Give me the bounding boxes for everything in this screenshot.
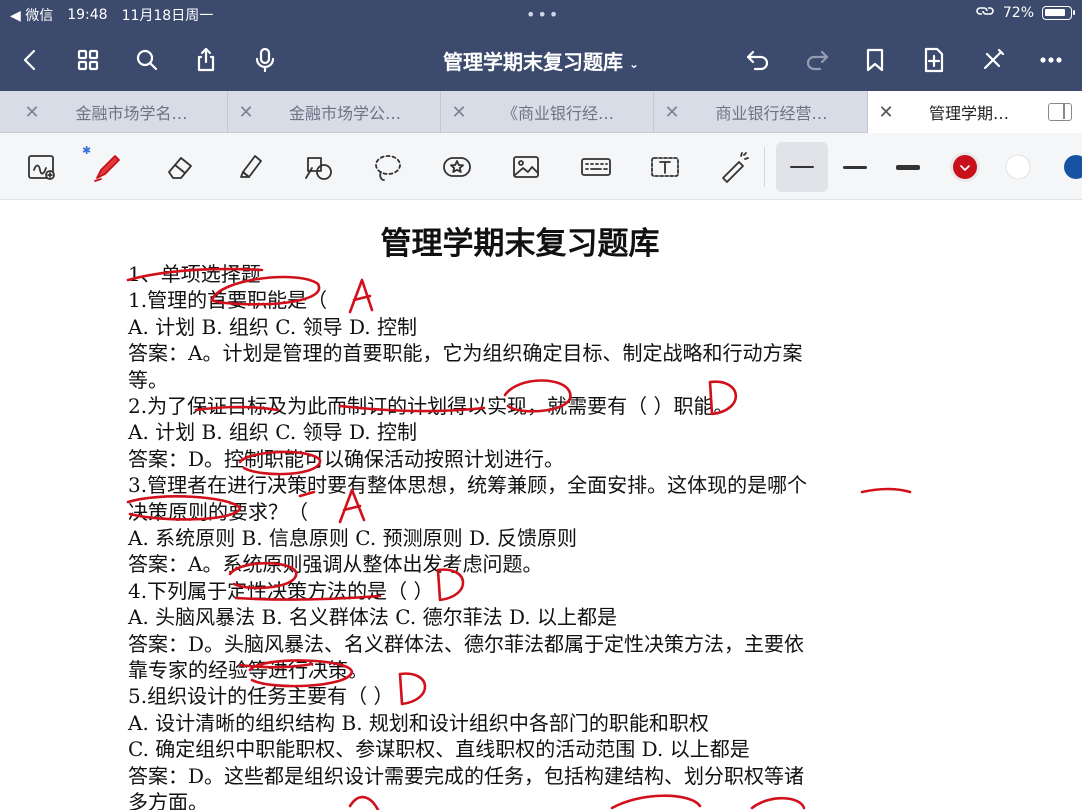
document-page[interactable]: 管理学期末复习题库 1、单项选择题 1.管理的首要职能是（ A. 计划 B. 组… — [0, 200, 1082, 810]
thumbnail-grid-icon[interactable] — [70, 42, 106, 78]
tab-label: 金融市场学名… — [75, 104, 188, 123]
annotation-toolbar: ✱ — [0, 133, 1082, 200]
answer-line: 靠专家的经验等进行决策。 — [128, 658, 368, 682]
ink-underline — [860, 487, 912, 494]
answer-line: 答案：D。这些都是组织设计需要完成的任务，包括构建结构、划分职权等诸 — [128, 764, 805, 788]
tab-label: 金融市场学公… — [288, 104, 401, 123]
answer-line: 答案：D。头脑风暴法、名义群体法、德尔菲法都属于定性决策方法，主要依 — [128, 632, 805, 656]
text-box-tool-icon[interactable] — [643, 145, 687, 189]
tab-document-3[interactable]: ✕ 《商业银行经… — [441, 91, 654, 133]
tab-label: 《商业银行经… — [501, 104, 614, 123]
tab-label: 管理学期… — [928, 104, 1009, 123]
document-tabs: ✕ 金融市场学名… ✕ 金融市场学公… ✕ 《商业银行经… ✕ 商业银行经营… … — [0, 91, 1082, 133]
tab-label: 商业银行经营… — [715, 104, 828, 123]
split-view-icon[interactable] — [1048, 103, 1072, 121]
add-page-icon[interactable] — [916, 42, 952, 78]
section-heading: 1、单项选择题 — [128, 262, 261, 286]
tab-document-4[interactable]: ✕ 商业银行经营… — [654, 91, 868, 133]
more-options-icon[interactable] — [1033, 42, 1069, 78]
chevron-down-icon: ⌄ — [628, 56, 640, 71]
undo-icon[interactable] — [740, 42, 776, 78]
pen-color-blue-button[interactable] — [1049, 145, 1082, 189]
back-to-app-link[interactable]: ◀ 微信 — [10, 5, 53, 25]
image-tool-icon[interactable] — [504, 145, 548, 189]
close-tab-icon[interactable]: ✕ — [228, 102, 264, 123]
back-icon[interactable] — [12, 42, 48, 78]
answer-line: 答案：A。系统原则强调从整体出发考虑问题。 — [128, 552, 543, 576]
eraser-tool-icon[interactable] — [158, 145, 202, 189]
keyboard-tool-icon[interactable] — [574, 145, 618, 189]
question-line: 决策原则的要求？（ — [128, 500, 308, 524]
battery-icon — [1042, 6, 1075, 20]
ink-letter-d — [398, 672, 427, 706]
ink-scribble — [750, 796, 806, 810]
laser-pointer-icon[interactable] — [712, 145, 756, 189]
stroke-thick-button[interactable] — [886, 145, 930, 189]
answer-line: 等。 — [128, 368, 168, 392]
status-bar: ◀ 微信 19:48 11月18日周一 ••• 72% — [0, 0, 1082, 27]
stroke-thin-button[interactable] — [776, 142, 828, 192]
battery-percent: 72% — [1002, 5, 1034, 21]
question-line: 4.下列属于定性决策方法的是（ ） — [128, 579, 434, 603]
ink-letter-a — [348, 278, 374, 314]
lasso-tool-icon[interactable] — [366, 145, 410, 189]
answer-line: 答案：A。计划是管理的首要职能，它为组织确定目标、制定战略和行动方案 — [128, 341, 803, 365]
ink-scribble — [348, 795, 380, 810]
tab-document-5-active[interactable]: ✕ 管理学期… — [868, 91, 1082, 133]
options-line: A. 系统原则 B. 信息原则 C. 预测原则 D. 反馈原则 — [128, 526, 577, 550]
close-tab-icon[interactable]: ✕ — [868, 102, 904, 123]
search-icon[interactable] — [129, 42, 165, 78]
close-tab-icon[interactable]: ✕ — [441, 102, 477, 123]
status-time: 19:48 — [67, 7, 108, 23]
shapes-tool-icon[interactable] — [297, 145, 341, 189]
question-line: 3.管理者在进行决策时要有整体思想，统筹兼顾，全面安排。这体现的是哪个 — [128, 473, 808, 497]
link-icon — [975, 4, 995, 22]
options-line: A. 设计清晰的组织结构 B. 规划和设计组织中各部门的职能和职权 — [128, 711, 709, 735]
close-tab-icon[interactable]: ✕ — [14, 102, 50, 123]
pen-tool-icon[interactable] — [86, 145, 130, 189]
sticker-tool-icon[interactable] — [435, 145, 479, 189]
microphone-icon[interactable] — [247, 42, 283, 78]
options-line: A. 头脑风暴法 B. 名义群体法 C. 德尔菲法 D. 以上都是 — [128, 605, 617, 629]
question-line: 2.为了保证目标及为此而制订的计划得以实现，就需要有（ ）职能。 — [128, 394, 734, 418]
options-line: C. 确定组织中职能职权、参谋职权、直线职权的活动范围 D. 以上都是 — [128, 737, 750, 761]
pen-color-white-button[interactable] — [996, 145, 1040, 189]
redo-icon[interactable] — [799, 42, 835, 78]
share-icon[interactable] — [188, 42, 224, 78]
tab-document-2[interactable]: ✕ 金融市场学公… — [228, 91, 441, 133]
document-title: 管理学期末复习题库 — [442, 50, 623, 74]
status-date: 11月18日周一 — [121, 8, 214, 24]
close-annotate-icon[interactable] — [975, 42, 1011, 78]
options-line: A. 计划 B. 组织 C. 领导 D. 控制 — [128, 420, 417, 444]
ink-scribble — [610, 794, 702, 810]
app-header: ◀ 微信 19:48 11月18日周一 ••• 72% 管理学期末复习题库 ⌄ — [0, 0, 1082, 91]
stroke-medium-button[interactable] — [833, 145, 877, 189]
multitask-dots-icon[interactable]: ••• — [526, 5, 560, 24]
pen-color-red-button[interactable] — [943, 145, 987, 189]
lasso-zoom-icon[interactable] — [20, 145, 64, 189]
question-line: 5.组织设计的任务主要有（ ） — [128, 684, 394, 708]
answer-line: 多方面。 — [128, 790, 208, 810]
toolbar-divider — [764, 147, 765, 187]
bookmark-icon[interactable] — [857, 42, 893, 78]
tab-document-1[interactable]: ✕ 金融市场学名… — [14, 91, 228, 133]
page-title: 管理学期末复习题库 — [380, 226, 660, 262]
highlighter-tool-icon[interactable] — [228, 145, 272, 189]
options-line: A. 计划 B. 组织 C. 领导 D. 控制 — [128, 315, 417, 339]
answer-line: 答案：D。控制职能可以确保活动按照计划进行。 — [128, 447, 565, 471]
question-line: 1.管理的首要职能是（ — [128, 288, 328, 312]
main-toolbar: 管理学期末复习题库 ⌄ — [0, 36, 1082, 84]
close-tab-icon[interactable]: ✕ — [654, 102, 690, 123]
